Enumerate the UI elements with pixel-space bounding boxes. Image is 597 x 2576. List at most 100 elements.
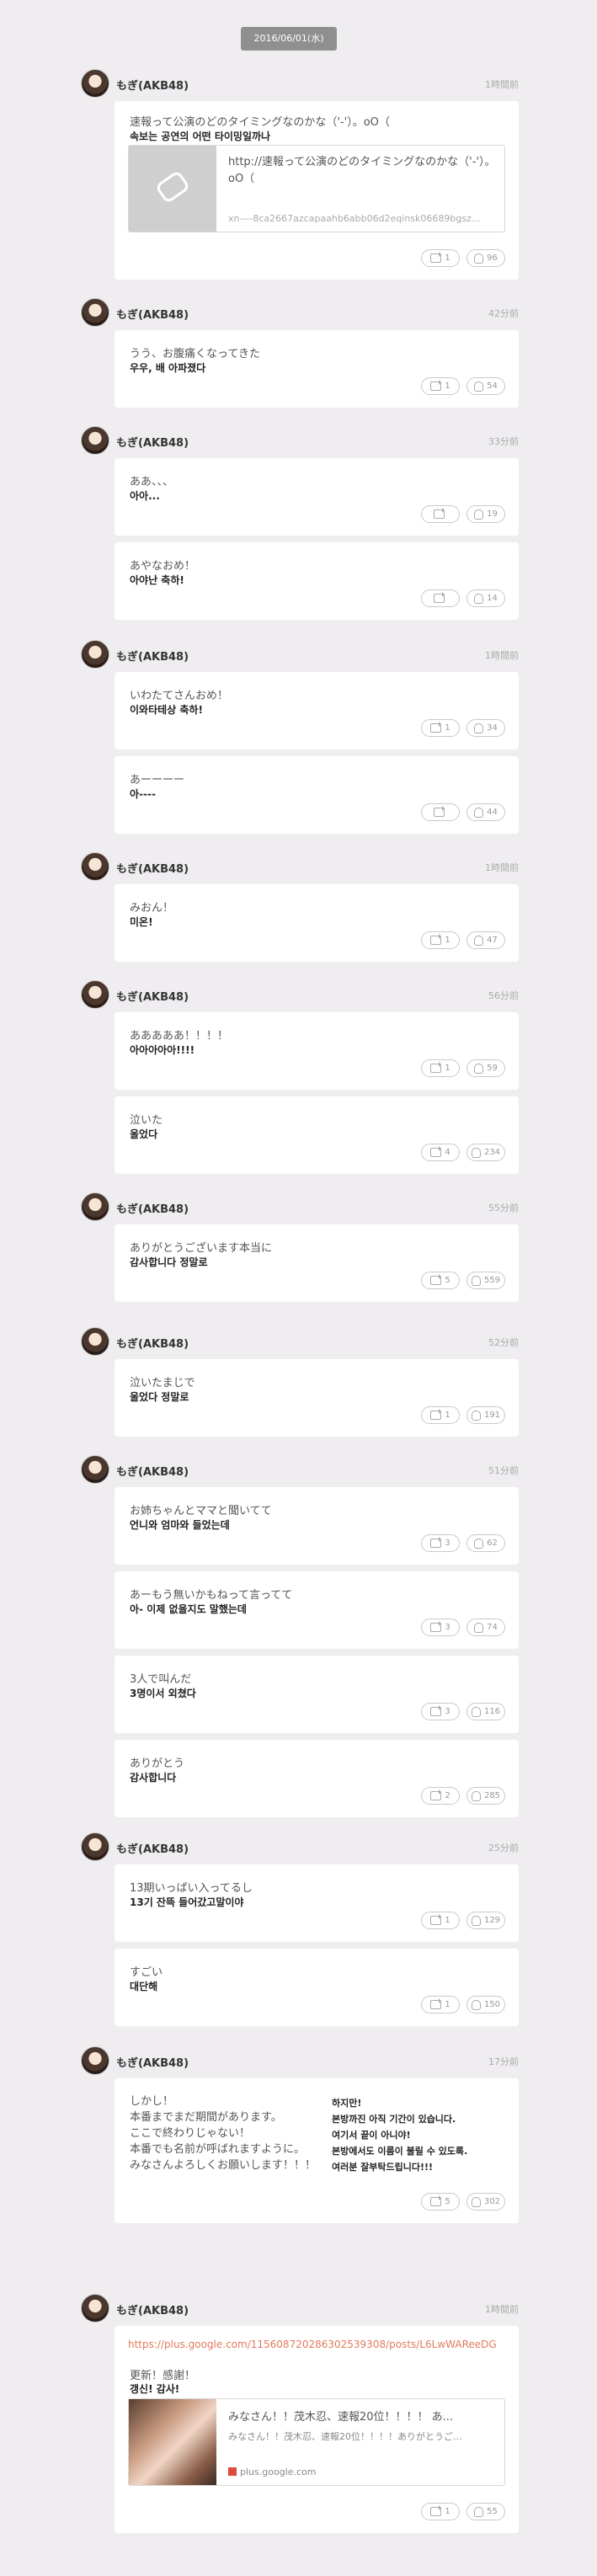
link-domain: plus.google.com: [228, 2467, 316, 2477]
post-text-ko: 아아아아아!!!!: [130, 1044, 195, 1056]
retweet-button[interactable]: [421, 505, 460, 523]
retweet-button[interactable]: [421, 803, 460, 821]
like-icon: [471, 2196, 481, 2207]
post-card: すごい 대단해 1 150: [115, 1949, 519, 2026]
like-button[interactable]: 14: [466, 589, 505, 607]
link-preview[interactable]: みなさん！！茂木忍、速報20位！！！！ あ... みなさん！！茂木忍、速報20位…: [128, 2398, 505, 2486]
avatar[interactable]: [81, 2046, 109, 2075]
author-name[interactable]: もぎ(AKB48): [116, 648, 189, 664]
like-button[interactable]: 191: [466, 1406, 505, 1424]
like-button[interactable]: 129: [466, 1912, 505, 1929]
post-text-ja: ありがとうございます本当に: [130, 1242, 273, 1255]
author-name[interactable]: もぎ(AKB48): [116, 306, 189, 322]
like-button[interactable]: 55: [466, 2503, 505, 2520]
retweet-button[interactable]: 3: [421, 1703, 460, 1720]
like-button[interactable]: 96: [466, 249, 505, 267]
like-button[interactable]: 62: [466, 1534, 505, 1552]
retweet-button[interactable]: 1: [421, 249, 460, 267]
author-name[interactable]: もぎ(AKB48): [116, 2301, 189, 2317]
retweet-button[interactable]: 1: [421, 1996, 460, 2013]
author-name[interactable]: もぎ(AKB48): [116, 434, 189, 450]
like-button[interactable]: 302: [466, 2193, 505, 2211]
like-button[interactable]: 285: [466, 1787, 505, 1805]
avatar[interactable]: [81, 1455, 109, 1484]
retweet-button[interactable]: 1: [421, 1406, 460, 1424]
avatar[interactable]: [81, 640, 109, 669]
avatar[interactable]: [81, 1832, 109, 1861]
retweet-button[interactable]: 3: [421, 1619, 460, 1636]
retweet-button[interactable]: 4: [421, 1144, 460, 1161]
like-button[interactable]: 19: [466, 505, 505, 523]
retweet-button[interactable]: [421, 589, 460, 607]
retweet-button[interactable]: 1: [421, 1912, 460, 1929]
author-name[interactable]: もぎ(AKB48): [116, 1840, 189, 1856]
like-icon: [471, 1915, 481, 1926]
post-text-ko: 이와타테상 축하!: [130, 704, 203, 716]
post-text-ja: 速報って公演のどのタイミングなのかな（'-'）。oO（: [130, 116, 390, 129]
post-card: 13期いっぱい入ってるし 13기 잔뜩 들어갔고말이야 1 129: [115, 1864, 519, 1942]
post-text-ko: 13기 잔뜩 들어갔고말이야: [130, 1896, 244, 1908]
retweet-button[interactable]: 1: [421, 719, 460, 737]
avatar[interactable]: [81, 69, 109, 98]
retweet-button[interactable]: 1: [421, 377, 460, 395]
link-title[interactable]: http://速報って公演のどのタイミングなのかな（'-'）。oO（: [228, 154, 498, 188]
post-text-ja: すごい: [130, 1966, 163, 1979]
retweet-button[interactable]: 2: [421, 1787, 460, 1805]
like-icon: [471, 1999, 481, 2010]
post-url-link[interactable]: https://plus.google.com/1156087202863025…: [128, 2338, 507, 2351]
post-time: 1時間前: [485, 650, 519, 661]
retweet-button[interactable]: 1: [421, 1059, 460, 1077]
author-name[interactable]: もぎ(AKB48): [116, 1463, 189, 1479]
like-icon: [471, 1275, 481, 1286]
post-time: 1時間前: [485, 79, 519, 90]
like-icon: [471, 1706, 481, 1717]
retweet-icon: [430, 2505, 442, 2516]
like-button[interactable]: 44: [466, 803, 505, 821]
post-text-ja: ああ、、、: [130, 476, 174, 488]
retweet-icon: [433, 508, 445, 519]
post-card: みおん！ 미온! 1 47: [115, 884, 519, 962]
avatar[interactable]: [81, 980, 109, 1009]
author-name[interactable]: もぎ(AKB48): [116, 77, 189, 93]
like-button[interactable]: 150: [466, 1996, 505, 2013]
retweet-button[interactable]: 1: [421, 931, 460, 949]
retweet-button[interactable]: 5: [421, 2193, 460, 2211]
like-button[interactable]: 234: [466, 1144, 505, 1161]
retweet-icon: [430, 1274, 442, 1285]
date-label: 2016/06/01(水): [241, 27, 337, 51]
avatar[interactable]: [81, 2294, 109, 2323]
post-text-ko: 울었다: [130, 1128, 158, 1140]
retweet-button[interactable]: 5: [421, 1272, 460, 1289]
author-name[interactable]: もぎ(AKB48): [116, 2054, 189, 2070]
author-name[interactable]: もぎ(AKB48): [116, 1335, 189, 1351]
like-icon: [474, 593, 484, 604]
post-time: 42分前: [488, 308, 519, 319]
avatar[interactable]: [81, 1327, 109, 1356]
post-text-ja: 13期いっぱい入ってるし: [130, 1882, 253, 1895]
post-text-ko: 감사합니다 정말로: [130, 1256, 208, 1268]
link-title[interactable]: みなさん！！茂木忍、速報20位！！！！ あ...: [228, 2409, 498, 2426]
like-button[interactable]: 116: [466, 1703, 505, 1720]
post-text-ja: ありがとう: [130, 1757, 185, 1770]
avatar[interactable]: [81, 298, 109, 327]
retweet-button[interactable]: 1: [421, 2503, 460, 2520]
author-name[interactable]: もぎ(AKB48): [116, 860, 189, 876]
post-text-ko: 아아...: [130, 490, 160, 502]
post-text-ko: 감사합니다: [130, 1772, 177, 1784]
like-button[interactable]: 54: [466, 377, 505, 395]
retweet-icon: [430, 1146, 442, 1157]
like-button[interactable]: 34: [466, 719, 505, 737]
avatar[interactable]: [81, 1192, 109, 1221]
author-name[interactable]: もぎ(AKB48): [116, 988, 189, 1004]
like-button[interactable]: 47: [466, 931, 505, 949]
author-name[interactable]: もぎ(AKB48): [116, 1200, 189, 1216]
post-time: 52分前: [488, 1337, 519, 1348]
like-button[interactable]: 74: [466, 1619, 505, 1636]
like-button[interactable]: 59: [466, 1059, 505, 1077]
link-preview[interactable]: http://速報って公演のどのタイミングなのかな（'-'）。oO（ xn---…: [128, 145, 505, 232]
avatar[interactable]: [81, 852, 109, 881]
link-url[interactable]: xn----8ca2667azcapaahb6abb06d2eqinsk0668…: [228, 213, 498, 224]
like-button[interactable]: 559: [466, 1272, 505, 1289]
avatar[interactable]: [81, 426, 109, 455]
retweet-button[interactable]: 3: [421, 1534, 460, 1552]
